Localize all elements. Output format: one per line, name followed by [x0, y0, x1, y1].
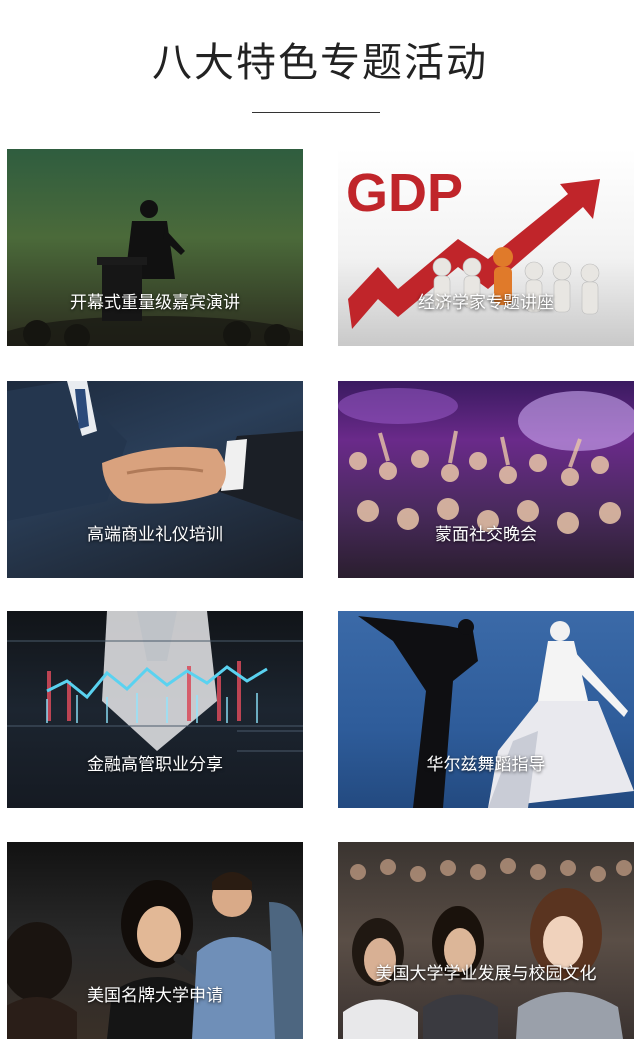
card-academic-campus-culture[interactable]: 美国大学学业发展与校园文化	[338, 842, 634, 1039]
card-label: 美国名牌大学申请	[87, 986, 223, 1006]
card-business-etiquette[interactable]: 高端商业礼仪培训	[7, 381, 303, 578]
card-waltz-instruction[interactable]: 华尔兹舞蹈指导	[338, 611, 634, 808]
card-university-application[interactable]: 美国名牌大学申请	[7, 842, 303, 1039]
student-microphone-image	[7, 872, 303, 1039]
card-label: 蒙面社交晚会	[435, 525, 537, 545]
card-label: 美国大学学业发展与校园文化	[375, 964, 597, 984]
title-divider	[252, 112, 380, 113]
card-label: 高端商业礼仪培训	[87, 525, 223, 545]
page-title: 八大特色专题活动	[152, 40, 488, 86]
card-label: 金融高管职业分享	[87, 755, 223, 775]
gdp-arrow-image: GDP	[346, 163, 600, 329]
audience-students-image	[343, 858, 632, 1039]
card-label: 华尔兹舞蹈指导	[426, 755, 546, 775]
card-finance-executive-sharing[interactable]: 金融高管职业分享	[7, 611, 303, 808]
speaker-silhouette-image	[7, 200, 303, 346]
card-masked-social-party[interactable]: 蒙面社交晚会	[338, 381, 634, 578]
finance-chart-image	[7, 611, 303, 752]
party-crowd-image	[338, 388, 634, 534]
card-label: 经济学家专题讲座	[418, 293, 554, 313]
card-economist-lecture[interactable]: GDP 经济学家专题讲座	[338, 149, 634, 346]
handshake-image	[7, 381, 303, 521]
svg-text:GDP: GDP	[346, 163, 463, 223]
card-label: 开幕式重量级嘉宾演讲	[70, 293, 240, 313]
waltz-dancers-image	[358, 616, 634, 808]
card-opening-speech[interactable]: 开幕式重量级嘉宾演讲	[7, 149, 303, 346]
